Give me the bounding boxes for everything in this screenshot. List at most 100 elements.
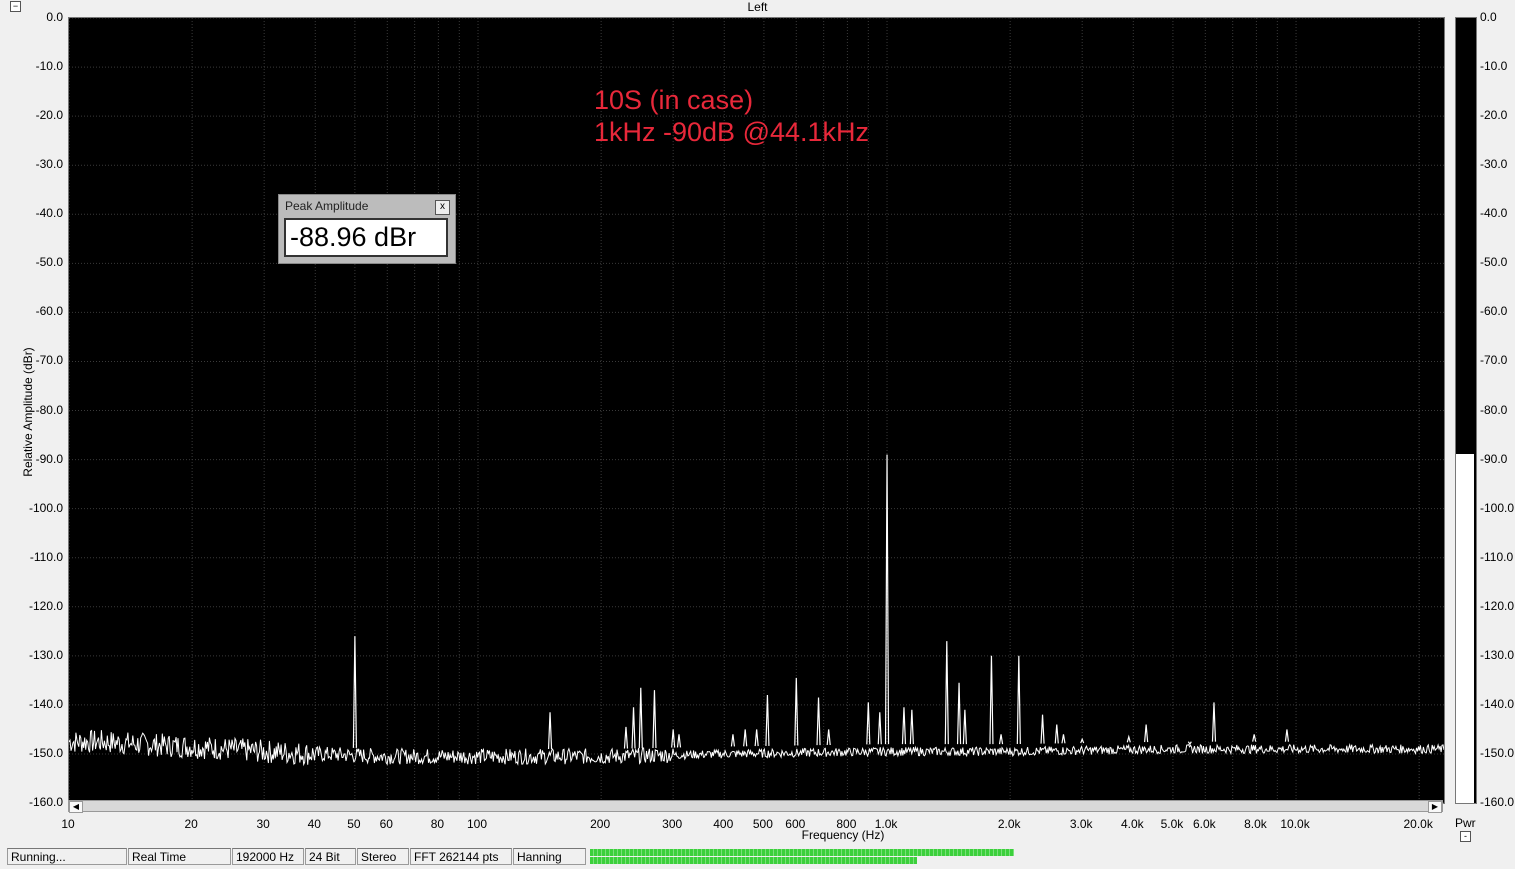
status-mode: Real Time [128, 848, 231, 865]
spectrum-peak [1040, 714, 1045, 744]
power-meter-fill [1456, 454, 1474, 803]
scroll-left-icon[interactable]: ◀ [69, 801, 83, 813]
meter-tick-label: -140.0 [1480, 696, 1515, 711]
y-tick-label: -70.0 [35, 353, 63, 368]
y-tick-label: -150.0 [28, 745, 63, 760]
spectrum-peak [730, 734, 736, 747]
y-tick-label: -20.0 [35, 108, 63, 123]
spectrum-peak [962, 709, 967, 745]
x-tick-label: 50 [347, 817, 361, 831]
spectrum-peak [884, 454, 890, 745]
minus-box-icon[interactable]: - [1460, 831, 1471, 842]
spectrum-peak [638, 687, 643, 749]
y-tick-label: -120.0 [28, 598, 63, 613]
spectrum-peak [1252, 734, 1257, 742]
peak-amplitude-window[interactable]: Peak Amplitude x -88.96 dBr [278, 194, 456, 264]
spectrum-peak [765, 695, 770, 746]
y-tick-label: -80.0 [35, 402, 63, 417]
status-fft: FFT 262144 pts [410, 848, 512, 865]
meter-tick-label: -40.0 [1480, 206, 1508, 221]
y-tick-label: -10.0 [35, 59, 63, 74]
spectrum-peak [989, 655, 994, 745]
meter-tick-label: -100.0 [1480, 500, 1515, 515]
meter-tick-label: -70.0 [1480, 353, 1508, 368]
meter-tick-label: -110.0 [1480, 549, 1514, 564]
y-tick-label: -50.0 [35, 255, 63, 270]
spectrum-peak [652, 690, 657, 748]
y-tick-label: -40.0 [35, 206, 63, 221]
x-tick-label: 10 [61, 817, 75, 831]
status-bit-depth: 24 Bit [305, 848, 356, 865]
y-tick-label: -160.0 [28, 795, 63, 809]
x-tick-label: 8.0k [1244, 817, 1267, 831]
annotation-text: 10S (in case) 1kHz -90dB @44.1kHz [594, 84, 869, 148]
progress-bar-top [590, 849, 1015, 856]
meter-tick-label: -80.0 [1480, 402, 1508, 417]
spectrum-peak [623, 726, 629, 749]
annotation-line1: 10S (in case) [594, 85, 754, 115]
spectrum-peak [352, 636, 357, 748]
spectrum-peak [547, 712, 553, 750]
x-tick-label: 20.0k [1403, 817, 1433, 831]
meter-tick-label: -90.0 [1480, 451, 1508, 466]
x-axis-label: Frequency (Hz) [801, 828, 885, 842]
spectrum-peak [944, 641, 949, 745]
status-bar: Running... Real Time 192000 Hz 24 Bit St… [0, 846, 1515, 868]
x-tick-label: 5.0k [1160, 817, 1184, 831]
x-tick-label: 100 [467, 817, 488, 831]
meter-tick-label: 0.0 [1480, 10, 1497, 24]
close-icon[interactable]: x [435, 200, 450, 215]
spectrum-peak [1061, 734, 1066, 744]
window-title: Left [747, 0, 768, 14]
spectrum-peak [754, 729, 759, 747]
y-tick-label: -140.0 [28, 696, 63, 711]
meter-tick-label: -120.0 [1480, 598, 1515, 613]
meter-tick-label: -30.0 [1480, 157, 1508, 172]
spectrum-peak [909, 709, 914, 745]
spectrum-peak [1211, 702, 1217, 742]
x-tick-label: 10.0k [1280, 817, 1310, 831]
spectrum-peak [877, 712, 882, 745]
progress-meter [590, 849, 1016, 864]
spectrum-peak [826, 729, 831, 746]
y-tick-label: 0.0 [46, 10, 63, 24]
spectrum-peak [1187, 741, 1192, 746]
peak-amplitude-value: -88.96 dBr [284, 218, 448, 257]
x-tick-label: 2.0k [997, 817, 1021, 831]
scroll-right-icon[interactable]: ▶ [1428, 801, 1442, 813]
meter-tick-label: -20.0 [1480, 108, 1508, 123]
status-state: Running... [7, 848, 127, 865]
horizontal-scrollbar[interactable]: ◀ ▶ [68, 800, 1443, 813]
spectrum-peak [901, 707, 907, 745]
status-channels: Stereo [357, 848, 409, 865]
x-tick-label: 20 [184, 817, 198, 831]
x-tick-label: 60 [379, 817, 393, 831]
meter-tick-label: -160.0 [1480, 795, 1515, 809]
meter-tick-label: -10.0 [1480, 59, 1508, 74]
status-sample-rate: 192000 Hz [232, 848, 304, 865]
x-tick-label: 200 [590, 817, 611, 831]
spectrum-peak [743, 729, 748, 747]
y-tick-label: -90.0 [35, 451, 63, 466]
meter-tick-label: -60.0 [1480, 304, 1508, 319]
spectrum-peak [1284, 729, 1290, 742]
x-tick-label: 3.0k [1069, 817, 1093, 831]
spectrum-peak [956, 682, 962, 745]
spectrum-peak [1126, 734, 1131, 743]
meter-tick-label: -130.0 [1480, 647, 1515, 662]
annotation-line2: 1kHz -90dB @44.1kHz [594, 117, 870, 147]
spectrum-peak [631, 707, 636, 749]
x-tick-label: 6.0k [1192, 817, 1216, 831]
y-tick-label: -110.0 [29, 549, 63, 564]
progress-bar-bottom [590, 857, 917, 864]
y-tick-label: -30.0 [35, 157, 63, 172]
x-tick-label: 30 [256, 817, 270, 831]
peak-window-title: Peak Amplitude [285, 199, 369, 213]
spectrum-peak [676, 734, 682, 748]
status-window: Hanning [513, 848, 586, 865]
y-tick-label: -130.0 [28, 647, 63, 662]
spectrum-peak [1054, 724, 1059, 744]
spectrum-peak [998, 734, 1004, 745]
power-meter [1455, 17, 1477, 804]
spectrum-peak [1016, 655, 1021, 745]
